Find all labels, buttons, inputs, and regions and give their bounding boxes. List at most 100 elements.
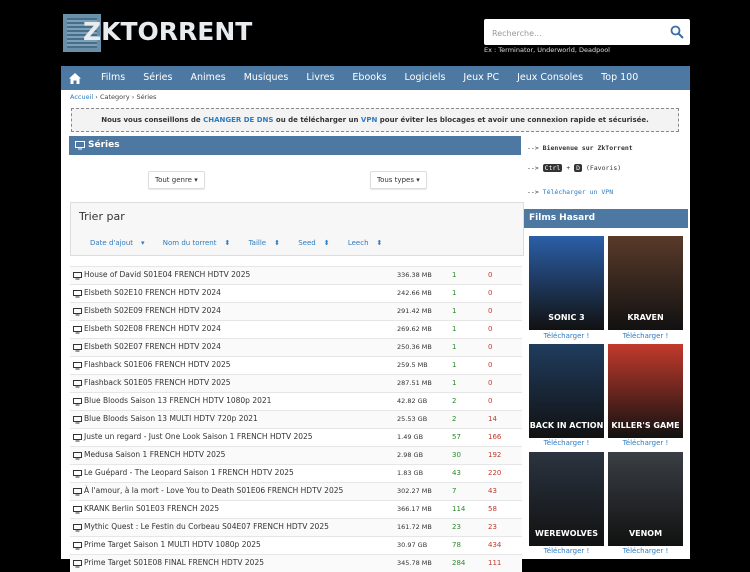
torrent-name[interactable]: Elsbeth S02E07 FRENCH HDTV 2024 <box>84 342 221 351</box>
torrent-name[interactable]: Le Guépard - The Leopard Saison 1 FRENCH… <box>84 468 294 477</box>
nav-livres[interactable]: Livres <box>297 66 343 90</box>
dns-notice: Nous vous conseillons de CHANGER DE DNS … <box>71 108 679 132</box>
table-row[interactable]: Elsbeth S02E08 FRENCH HDTV 2024 269.62 MB… <box>70 320 522 338</box>
poster-2[interactable]: KRAVEN <box>608 236 683 330</box>
torrent-leech: 434 <box>488 541 502 549</box>
logo-text: ZKTORRENT <box>83 17 253 46</box>
table-row[interactable]: Blue Bloods Saison 13 FRENCH HDTV 1080p … <box>70 392 522 410</box>
sort-size[interactable]: Taille ⬍ <box>249 239 288 247</box>
torrent-leech: 220 <box>488 469 502 477</box>
nav-jeux-consoles[interactable]: Jeux Consoles <box>508 66 592 90</box>
table-row[interactable]: Medusa Saison 1 FRENCH HDTV 2025 2.98 GB 3… <box>70 446 522 464</box>
download-vpn-link[interactable]: Télécharger un VPN <box>543 188 613 196</box>
search-input[interactable] <box>490 20 664 46</box>
nav-films[interactable]: Films <box>92 66 134 90</box>
site-logo[interactable]: ZKTORRENT <box>63 14 252 52</box>
sort-seed[interactable]: Seed ⬍ <box>298 239 337 247</box>
tv-icon <box>73 506 82 514</box>
nav-animes[interactable]: Animes <box>181 66 234 90</box>
torrent-name[interactable]: Medusa Saison 1 FRENCH HDTV 2025 <box>84 450 225 459</box>
torrent-name[interactable]: Mythic Quest : Le Festin du Corbeau S04E… <box>84 522 329 531</box>
torrent-seed: 284 <box>452 559 466 567</box>
sort-name[interactable]: Nom du torrent ⬍ <box>163 239 239 247</box>
poster-6[interactable]: VENOM <box>608 452 683 546</box>
torrent-seed: 2 <box>452 397 457 405</box>
nav-jeux-pc[interactable]: Jeux PC <box>454 66 508 90</box>
table-row[interactable]: Mythic Quest : Le Festin du Corbeau S04E… <box>70 518 522 536</box>
nav-series[interactable]: Séries <box>134 66 181 90</box>
table-row[interactable]: KRANK Berlin S01E03 FRENCH 2025 366.17 MB… <box>70 500 522 518</box>
table-row[interactable]: Flashback S01E05 FRENCH HDTV 2025 287.51 … <box>70 374 522 392</box>
sort-leech[interactable]: Leech ⬍ <box>348 239 391 247</box>
page-content: Accueil › Category › Séries Nous vous co… <box>61 90 690 572</box>
download-link-3[interactable]: Télécharger ! <box>529 439 604 447</box>
download-link-1[interactable]: Télécharger ! <box>529 332 604 340</box>
torrent-leech: 0 <box>488 289 493 297</box>
table-row[interactable]: Prime Target S01E08 FINAL FRENCH HDTV 20… <box>70 554 522 572</box>
table-row[interactable]: Blue Bloods Saison 13 MULTI HDTV 720p 20… <box>70 410 522 428</box>
torrent-name[interactable]: Prime Target Saison 1 MULTI HDTV 1080p 2… <box>84 540 261 549</box>
table-row[interactable]: Elsbeth S02E10 FRENCH HDTV 2024 242.66 MB… <box>70 284 522 302</box>
torrent-seed: 114 <box>452 505 466 513</box>
vpn-link[interactable]: VPN <box>361 116 377 124</box>
torrent-size: 269.62 MB <box>397 325 432 333</box>
breadcrumb-home[interactable]: Accueil <box>70 93 93 101</box>
table-row[interactable]: Juste un regard - Just One Look Saison 1… <box>70 428 522 446</box>
download-link-5[interactable]: Télécharger ! <box>529 547 604 555</box>
torrent-name[interactable]: Prime Target S01E08 FINAL FRENCH HDTV 20… <box>84 558 264 567</box>
torrent-leech: 14 <box>488 415 497 423</box>
caret-down-icon: ▾ <box>416 176 420 184</box>
nav-ebooks[interactable]: Ebooks <box>343 66 395 90</box>
table-row[interactable]: Prime Target Saison 1 MULTI HDTV 1080p 2… <box>70 536 522 554</box>
table-row[interactable]: Flashback S01E06 FRENCH HDTV 2025 259.5 M… <box>70 356 522 374</box>
change-dns-link[interactable]: CHANGER DE DNS <box>203 116 273 124</box>
search-example: Ex : Terminator, Underworld, Deadpool <box>484 46 610 54</box>
torrent-name[interactable]: Elsbeth S02E08 FRENCH HDTV 2024 <box>84 324 221 333</box>
poster-1[interactable]: SONIC 3 <box>529 236 604 330</box>
poster-title: WEREWOLVES <box>535 529 598 538</box>
tv-icon <box>73 380 82 388</box>
search-icon[interactable] <box>670 25 684 39</box>
poster-5[interactable]: WEREWOLVES <box>529 452 604 546</box>
nav-musiques[interactable]: Musiques <box>235 66 298 90</box>
torrent-name[interactable]: Flashback S01E05 FRENCH HDTV 2025 <box>84 378 231 387</box>
torrent-name[interactable]: Flashback S01E06 FRENCH HDTV 2025 <box>84 360 231 369</box>
torrent-name[interactable]: House of David S01E04 FRENCH HDTV 2025 <box>84 270 250 279</box>
torrent-name[interactable]: Blue Bloods Saison 13 MULTI HDTV 720p 20… <box>84 414 258 423</box>
torrent-name[interactable]: Blue Bloods Saison 13 FRENCH HDTV 1080p … <box>84 396 271 405</box>
nav-logiciels[interactable]: Logiciels <box>396 66 455 90</box>
sidebar-info: --> Bienvenue sur ZkTorrent --> Ctrl + D… <box>523 134 690 204</box>
poster-title: KILLER'S GAME <box>611 421 680 430</box>
torrent-name[interactable]: Elsbeth S02E09 FRENCH HDTV 2024 <box>84 306 221 315</box>
table-row[interactable]: À l'amour, à la mort - Love You to Death… <box>70 482 522 500</box>
home-icon[interactable] <box>61 66 89 90</box>
type-dropdown[interactable]: Tous types ▾ <box>370 171 427 189</box>
download-link-4[interactable]: Télécharger ! <box>608 439 683 447</box>
poster-4[interactable]: KILLER'S GAME <box>608 344 683 438</box>
sort-icon: ⬍ <box>323 239 330 247</box>
poster-3[interactable]: BACK IN ACTION <box>529 344 604 438</box>
torrent-leech: 0 <box>488 307 493 315</box>
vpn-line: --> Télécharger un VPN <box>527 188 614 196</box>
torrent-size: 345.78 MB <box>397 559 432 567</box>
tv-icon <box>73 308 82 316</box>
torrent-size: 1.83 GB <box>397 469 424 477</box>
torrent-name[interactable]: Juste un regard - Just One Look Saison 1… <box>84 432 313 441</box>
table-row[interactable]: Le Guépard - The Leopard Saison 1 FRENCH… <box>70 464 522 482</box>
poster-title: VENOM <box>628 529 663 538</box>
torrent-name[interactable]: À l'amour, à la mort - Love You to Death… <box>84 486 343 495</box>
table-row[interactable]: Elsbeth S02E09 FRENCH HDTV 2024 291.42 MB… <box>70 302 522 320</box>
torrent-name[interactable]: KRANK Berlin S01E03 FRENCH 2025 <box>84 504 219 513</box>
table-row[interactable]: Elsbeth S02E07 FRENCH HDTV 2024 250.36 MB… <box>70 338 522 356</box>
table-row[interactable]: House of David S01E04 FRENCH HDTV 2025 33… <box>70 266 522 284</box>
download-link-6[interactable]: Télécharger ! <box>608 547 683 555</box>
torrent-name[interactable]: Elsbeth S02E10 FRENCH HDTV 2024 <box>84 288 221 297</box>
nav-top-100[interactable]: Top 100 <box>592 66 647 90</box>
torrent-seed: 78 <box>452 541 461 549</box>
sort-date[interactable]: Date d'ajout ▾ <box>90 239 153 247</box>
torrent-size: 250.36 MB <box>397 343 432 351</box>
tv-icon <box>73 488 82 496</box>
download-link-2[interactable]: Télécharger ! <box>608 332 683 340</box>
main-nav: Films Séries Animes Musiques Livres Eboo… <box>61 66 690 90</box>
genre-dropdown[interactable]: Tout genre ▾ <box>148 171 205 189</box>
